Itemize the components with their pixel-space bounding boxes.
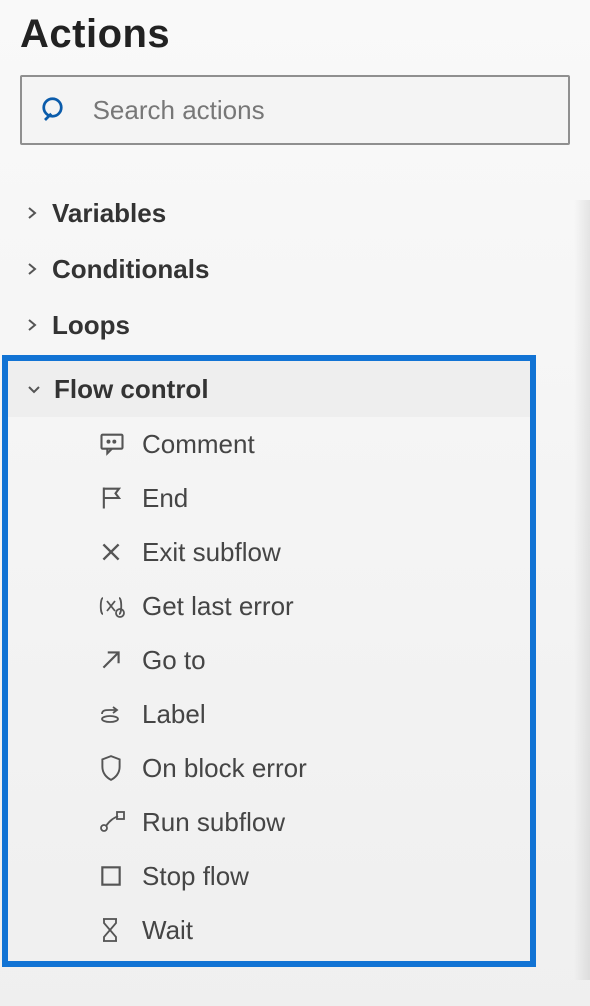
category-label: Conditionals (52, 254, 209, 285)
category-label: Variables (52, 198, 166, 229)
chevron-right-icon (24, 205, 52, 221)
category-variables[interactable]: Variables (0, 185, 590, 241)
arrow-up-right-icon (98, 643, 142, 677)
action-go-to[interactable]: Go to (8, 633, 530, 687)
action-label: Stop flow (142, 861, 249, 892)
comment-icon (98, 427, 142, 461)
label-icon (98, 697, 142, 731)
search-box[interactable] (20, 75, 570, 145)
action-label: Label (142, 699, 206, 730)
action-label: Wait (142, 915, 193, 946)
action-label: On block error (142, 753, 307, 784)
action-on-block-error[interactable]: On block error (8, 741, 530, 795)
variable-error-icon (98, 589, 142, 623)
x-icon (98, 535, 142, 569)
action-wait[interactable]: Wait (8, 903, 530, 957)
action-label: Comment (142, 429, 255, 460)
action-run-subflow[interactable]: Run subflow (8, 795, 530, 849)
action-label: Exit subflow (142, 537, 281, 568)
action-label: Get last error (142, 591, 294, 622)
action-label: End (142, 483, 188, 514)
actions-tree: Variables Conditionals Loops Flow contro… (0, 185, 590, 967)
action-label: Go to (142, 645, 206, 676)
category-label: Flow control (54, 374, 209, 405)
chevron-right-icon (24, 317, 52, 333)
category-label: Loops (52, 310, 130, 341)
stop-square-icon (98, 859, 142, 893)
subflow-icon (98, 805, 142, 839)
actions-panel: Actions Variables Conditionals (0, 12, 590, 967)
action-end[interactable]: End (8, 471, 530, 525)
panel-title: Actions (20, 12, 590, 57)
scrollbar[interactable] (574, 200, 590, 980)
action-get-last-error[interactable]: Get last error (8, 579, 530, 633)
flow-control-highlight: Flow control Comment (2, 355, 536, 967)
chevron-right-icon (24, 261, 52, 277)
action-label[interactable]: Label (8, 687, 530, 741)
flag-icon (98, 481, 142, 515)
category-loops[interactable]: Loops (0, 297, 590, 353)
action-stop-flow[interactable]: Stop flow (8, 849, 530, 903)
hourglass-icon (98, 913, 142, 947)
action-exit-subflow[interactable]: Exit subflow (8, 525, 530, 579)
chevron-down-icon (26, 381, 54, 397)
shield-icon (98, 751, 142, 785)
action-comment[interactable]: Comment (8, 417, 530, 471)
category-conditionals[interactable]: Conditionals (0, 241, 590, 297)
search-input[interactable] (91, 94, 550, 127)
search-icon (40, 93, 71, 127)
action-label: Run subflow (142, 807, 285, 838)
category-flow-control[interactable]: Flow control (8, 361, 530, 417)
